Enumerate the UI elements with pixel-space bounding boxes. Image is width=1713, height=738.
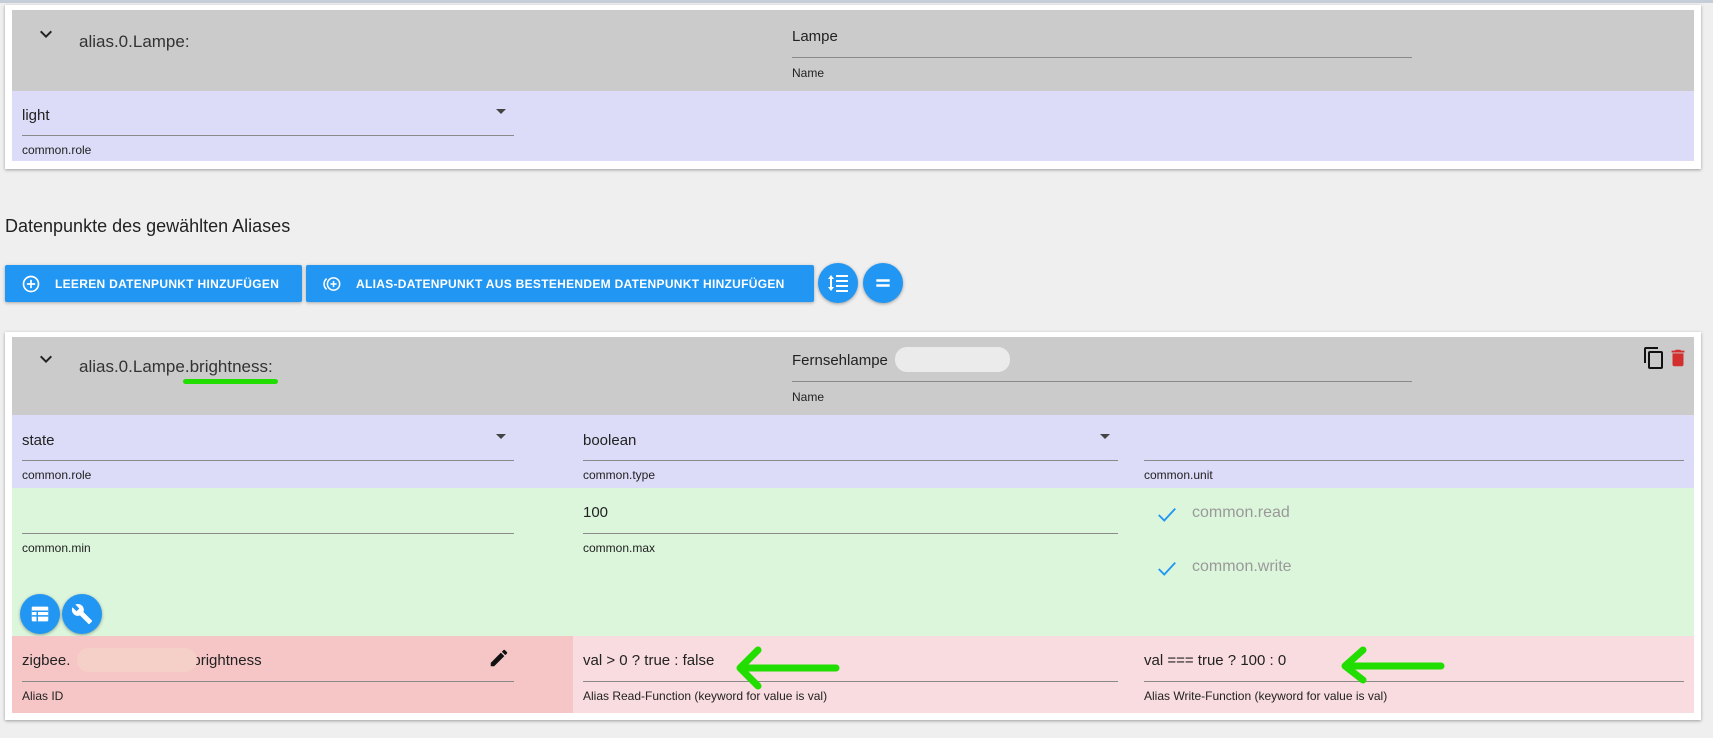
datapoint-min-field[interactable]: common.min	[22, 502, 514, 555]
datapoint-role-value: state	[22, 432, 55, 449]
common-read-label: common.read	[1192, 504, 1290, 521]
alias-role-value: light	[22, 107, 50, 124]
common-write-label: common.write	[1192, 558, 1292, 575]
alias-card: alias.0.Lampe: Lampe Name light common.r…	[5, 5, 1701, 169]
expand-all-button[interactable]	[818, 263, 858, 303]
field-underline	[22, 681, 514, 682]
table-icon	[31, 606, 49, 622]
alias-header: alias.0.Lampe: Lampe Name	[12, 10, 1694, 91]
edit-pencil-icon[interactable]	[488, 647, 510, 669]
field-underline	[1144, 460, 1684, 461]
check-icon	[1158, 507, 1176, 522]
field-underline	[22, 533, 514, 534]
datapoint-type-value: boolean	[583, 432, 637, 449]
annotation-arrow-icon	[736, 646, 840, 690]
field-underline	[792, 381, 1412, 382]
redaction-blur-patch	[77, 648, 197, 672]
alias-role-select[interactable]: light common.role	[22, 105, 514, 157]
add-circle-icon	[21, 274, 41, 294]
delete-icon[interactable]	[1667, 346, 1689, 370]
datapoint-header: alias.0.Lampe.brightness: Fernsehlampe N…	[12, 337, 1694, 415]
alias-name-value: Lampe	[792, 28, 838, 45]
datapoint-min-label: common.min	[22, 541, 91, 555]
alias-id-suffix: brightness	[192, 652, 262, 669]
add-empty-datapoint-label: LEEREN DATENPUNKT HINZUFÜGEN	[55, 276, 280, 291]
top-border	[0, 0, 1713, 3]
redaction-blur	[895, 347, 1010, 372]
chevron-down-icon[interactable]	[34, 347, 58, 371]
datapoint-max-field[interactable]: 100 common.max	[583, 502, 1118, 555]
datapoint-unit-field[interactable]: common.unit	[1144, 430, 1684, 482]
datapoint-name-value: Fernsehlampe	[792, 352, 888, 369]
add-existing-datapoint-button[interactable]: ALIAS-DATENPUNKT AUS BESTEHENDEM DATENPU…	[306, 265, 814, 302]
dropdown-arrow-icon	[1100, 434, 1110, 439]
read-function-label: Alias Read-Function (keyword for value i…	[583, 689, 828, 703]
datapoint-type-label: common.type	[583, 468, 656, 482]
add-empty-datapoint-button[interactable]: LEEREN DATENPUNKT HINZUFÜGEN	[5, 265, 302, 302]
datapoint-title-prefix: alias.0.Lampe.	[79, 357, 190, 376]
add-circle-multiple-icon	[322, 274, 342, 294]
datapoint-name-field[interactable]: Fernsehlampe Name	[792, 347, 1412, 412]
add-existing-datapoint-label: ALIAS-DATENPUNKT AUS BESTEHENDEM DATENPU…	[356, 276, 785, 291]
annotation-arrow-icon	[1341, 646, 1445, 684]
datapoint-max-label: common.max	[583, 541, 656, 555]
alias-id-field[interactable]: zigbee. brightness Alias ID	[22, 647, 514, 703]
alias-role-label: common.role	[22, 143, 92, 157]
datapoint-max-value: 100	[583, 504, 609, 521]
collapse-all-button[interactable]	[863, 263, 903, 303]
field-underline	[583, 460, 1118, 461]
datapoint-name-label: Name	[792, 390, 825, 404]
field-underline	[583, 681, 1118, 682]
highlight-underline	[183, 379, 278, 384]
write-function-value: val === true ? 100 : 0	[1144, 652, 1287, 669]
datapoint-limits-row: common.min 100 common.max common.read co…	[12, 488, 1694, 636]
datapoint-unit-label: common.unit	[1144, 468, 1213, 482]
alias-name-label: Name	[792, 66, 825, 80]
copy-icon[interactable]	[1642, 346, 1666, 370]
read-function-field[interactable]: val > 0 ? true : false Alias Read-Functi…	[583, 650, 1118, 703]
settings-button[interactable]	[62, 594, 102, 634]
dropdown-arrow-icon	[496, 109, 506, 114]
section-title: Datenpunkte des gewählten Aliases	[5, 216, 291, 236]
wrench-icon	[71, 604, 93, 625]
sort-lines-icon	[828, 275, 848, 292]
datapoint-role-select[interactable]: state common.role	[22, 430, 514, 482]
alias-title: alias.0.Lampe:	[79, 32, 190, 51]
check-icon	[1158, 561, 1176, 576]
table-view-button[interactable]	[20, 594, 60, 634]
datapoint-type-select[interactable]: boolean common.type	[583, 430, 1118, 482]
read-function-value: val > 0 ? true : false	[583, 652, 715, 669]
equal-icon	[876, 279, 890, 287]
alias-name-field[interactable]: Lampe Name	[792, 28, 1412, 88]
alias-role-row: light common.role	[12, 91, 1694, 161]
datapoint-title-highlight: brightness	[189, 357, 269, 376]
dropdown-arrow-icon	[496, 434, 506, 439]
chevron-down-icon[interactable]	[34, 22, 58, 46]
datapoint-role-label: common.role	[22, 468, 92, 482]
alias-id-prefix: zigbee.	[22, 652, 71, 669]
write-function-label: Alias Write-Function (keyword for value …	[1144, 689, 1388, 703]
datapoint-title-suffix: :	[268, 357, 273, 376]
datapoint-title: alias.0.Lampe.brightness:	[79, 357, 273, 377]
field-underline	[22, 135, 514, 136]
datapoint-common-row: state common.role boolean common.type co…	[12, 415, 1694, 488]
alias-id-label: Alias ID	[22, 689, 64, 703]
field-underline	[583, 533, 1118, 534]
field-underline	[792, 57, 1412, 58]
field-underline	[22, 460, 514, 461]
